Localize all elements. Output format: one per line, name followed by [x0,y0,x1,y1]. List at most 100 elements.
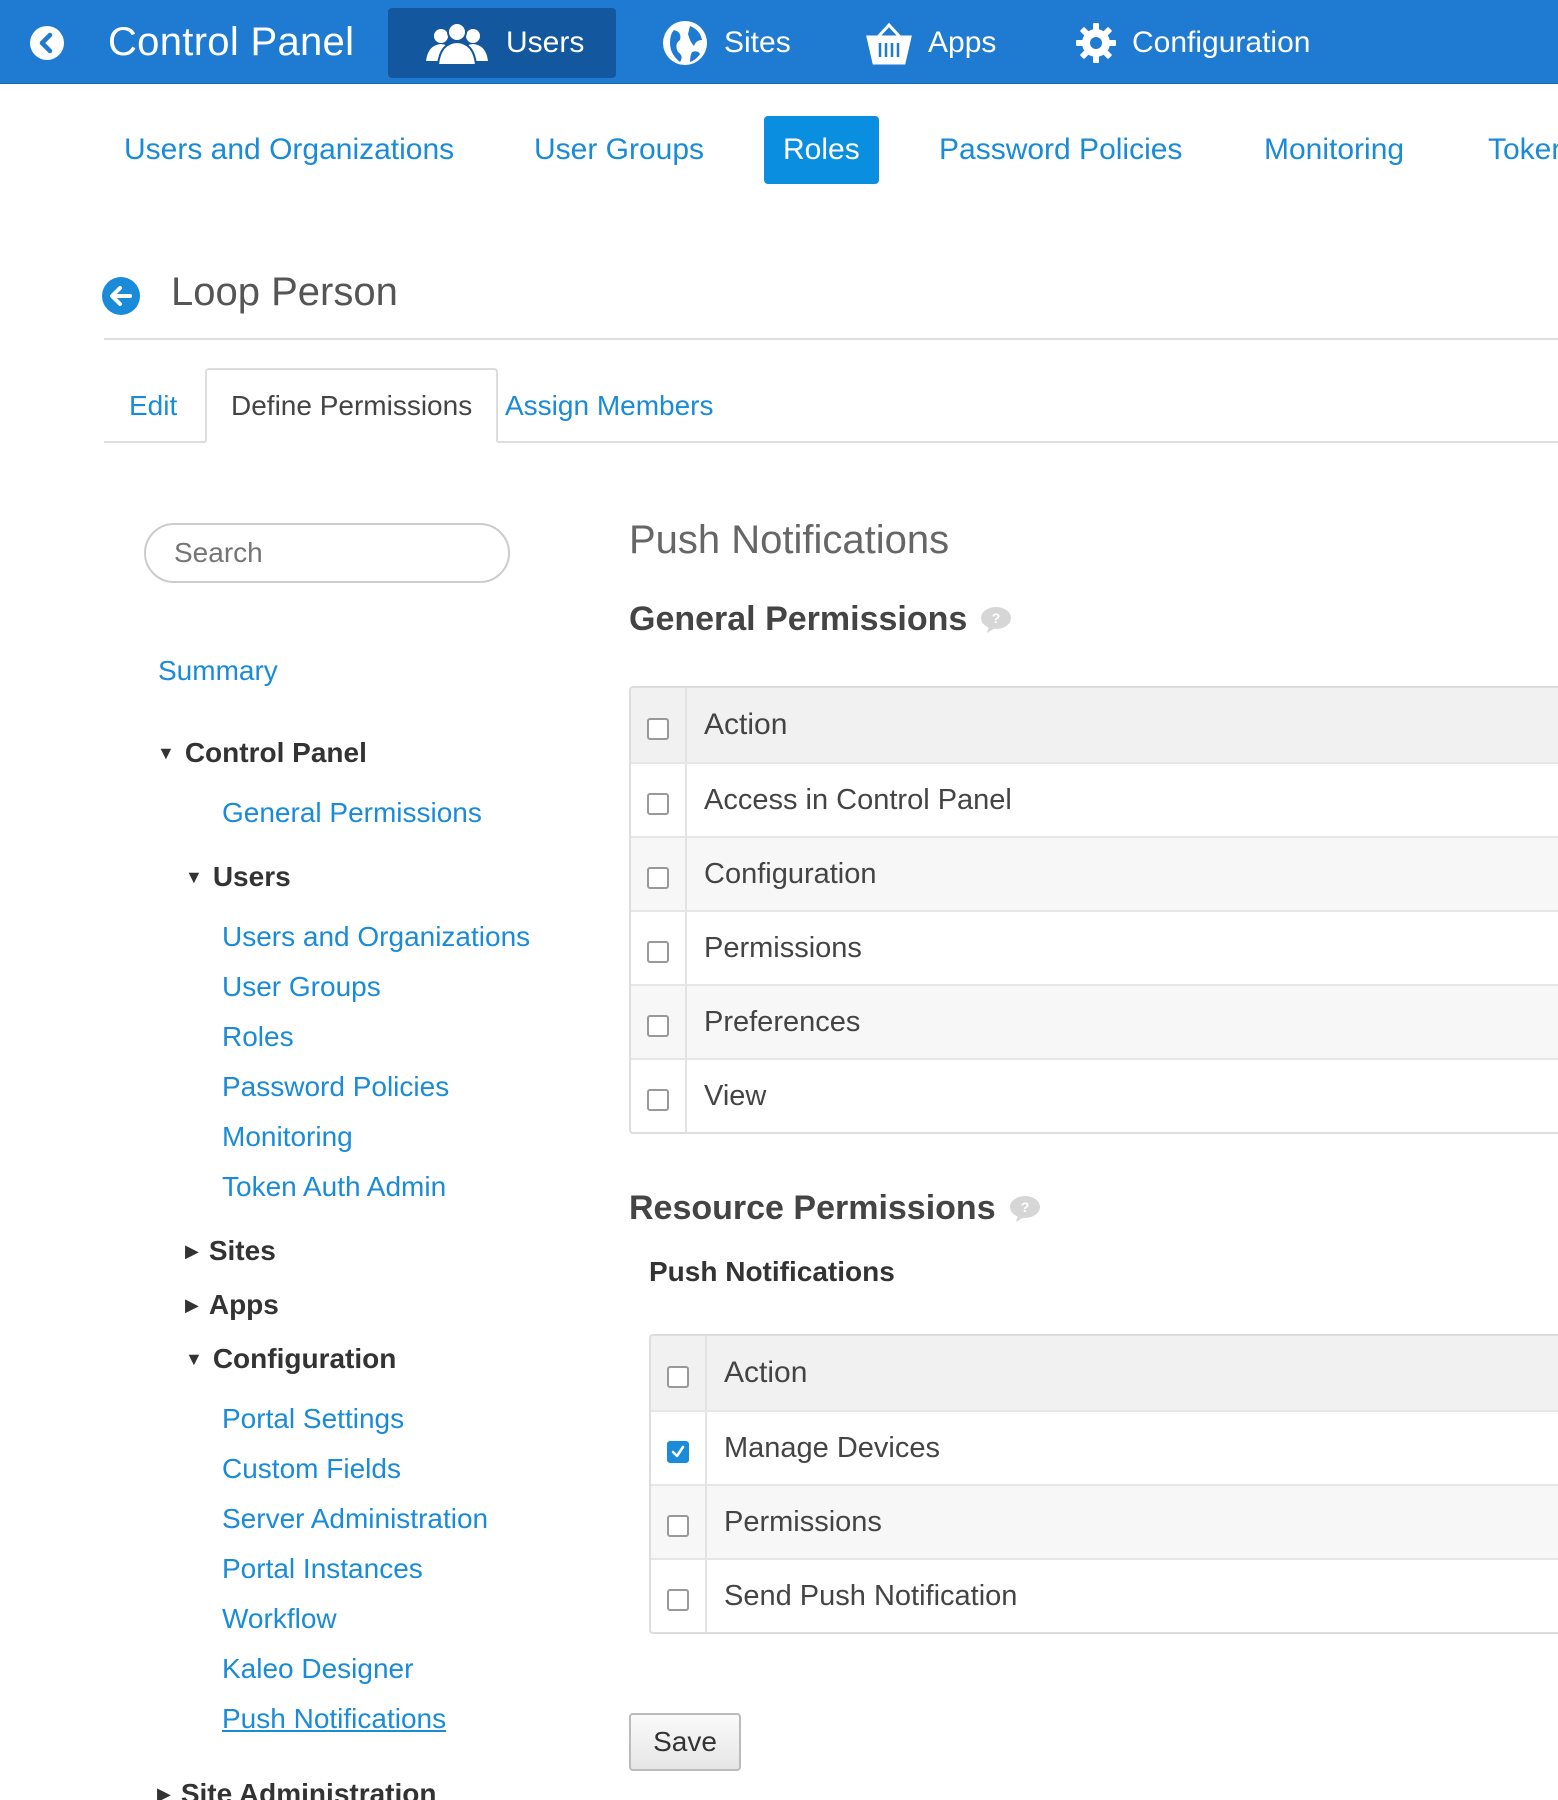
table-row: Send Push Notification [651,1558,1558,1632]
sidebar-control-panel-label: Control Panel [184,737,367,768]
sidebar-item-kaleo-designer[interactable]: Kaleo Designer [222,1653,413,1685]
sidebar-item-workflow[interactable]: Workflow [222,1603,337,1635]
sidebar-summary[interactable]: Summary [158,655,278,687]
permission-checkbox-checked[interactable] [667,1441,689,1463]
app-title: Control Panel [108,20,355,64]
sidebar-item-users-and-organizations[interactable]: Users and Organizations [222,921,530,953]
nav-users[interactable]: Users [388,8,616,78]
top-bar: Control Panel Users Sites Apps Configura… [0,0,1558,84]
table-row: Permissions [651,1484,1558,1558]
subnav-users-and-organizations[interactable]: Users and Organizations [124,116,454,184]
permission-label: View [704,1079,767,1112]
sidebar-item-push-notifications[interactable]: Push Notifications [222,1703,446,1735]
resource-permissions-table: Action Manage Devices Permissions Send P… [649,1334,1558,1634]
permission-label: Access in Control Panel [704,783,1012,816]
nav-configuration-label: Configuration [1132,26,1311,59]
collapsed-triangle-icon: ▶ [185,1240,199,1261]
permission-label: Preferences [704,1005,861,1038]
action-column-header: Action [704,708,788,741]
resource-permissions-heading-label: Resource Permissions [629,1189,996,1227]
sidebar-users[interactable]: ▼ Users [185,861,291,893]
subnav-user-groups[interactable]: User Groups [534,116,704,184]
back-icon[interactable] [30,26,64,60]
table-row: Preferences [631,984,1558,1058]
tab-edit[interactable]: Edit [129,368,177,443]
permission-label: Send Push Notification [724,1579,1018,1612]
sidebar-item-custom-fields[interactable]: Custom Fields [222,1453,401,1485]
sidebar-configuration[interactable]: ▼ Configuration [185,1343,396,1375]
sidebar-item-password-policies[interactable]: Password Policies [222,1071,449,1103]
nav-sites-label: Sites [724,26,791,59]
subnav-monitoring[interactable]: Monitoring [1264,116,1404,184]
sidebar-site-administration[interactable]: ▶ Site Administration [157,1778,437,1800]
sidebar-item-user-groups[interactable]: User Groups [222,971,381,1003]
permission-checkbox[interactable] [647,1089,669,1111]
section-title: Push Notifications [629,518,950,562]
nav-configuration[interactable]: Configuration [1074,8,1310,78]
subnav-password-policies[interactable]: Password Policies [939,116,1182,184]
table-row: Manage Devices [651,1410,1558,1484]
permission-label: Permissions [704,931,862,964]
permission-label: Manage Devices [724,1431,940,1464]
permission-label: Permissions [724,1505,882,1538]
sidebar-sites-label: Sites [208,1235,276,1266]
permission-checkbox[interactable] [667,1515,689,1537]
collapsed-triangle-icon: ▶ [157,1783,171,1800]
help-icon[interactable]: ? [1008,1195,1042,1223]
sidebar-site-administration-label: Site Administration [180,1778,437,1800]
sidebar-control-panel[interactable]: ▼ Control Panel [157,737,367,769]
sidebar-users-label: Users [212,861,291,892]
table-header-row: Action [651,1336,1558,1410]
svg-text:?: ? [1020,1199,1029,1215]
sidebar-apps[interactable]: ▶ Apps [185,1289,279,1321]
permission-checkbox[interactable] [647,793,669,815]
table-header-row: Action [631,688,1558,762]
select-all-checkbox[interactable] [647,718,669,740]
save-button[interactable]: Save [629,1713,741,1771]
general-permissions-heading: General Permissions ? [629,600,1013,639]
resource-permissions-heading: Resource Permissions ? [629,1189,1042,1228]
resource-subheading: Push Notifications [649,1256,895,1287]
sidebar-item-portal-settings[interactable]: Portal Settings [222,1403,404,1435]
checkmark-icon [671,1445,685,1458]
table-row: Access in Control Panel [631,762,1558,836]
tab-assign-members[interactable]: Assign Members [505,368,714,443]
sidebar-item-server-administration[interactable]: Server Administration [222,1503,488,1535]
subnav-token[interactable]: Token [1488,116,1558,184]
sidebar-item-roles[interactable]: Roles [222,1021,294,1053]
table-row: View [631,1058,1558,1132]
nav-users-label: Users [506,26,585,59]
header-divider [104,338,1558,340]
permission-label: Configuration [704,857,877,890]
select-all-checkbox[interactable] [667,1366,689,1388]
sidebar-sites[interactable]: ▶ Sites [185,1235,276,1267]
action-column-header: Action [724,1356,808,1389]
tab-define-permissions[interactable]: Define Permissions [205,368,499,443]
sidebar-apps-label: Apps [208,1289,279,1320]
nav-apps[interactable]: Apps [864,8,996,78]
sidebar-general-permissions[interactable]: General Permissions [222,797,482,829]
basket-icon [864,19,914,67]
gear-icon [1074,21,1118,65]
table-row: Permissions [631,910,1558,984]
sidebar-item-monitoring[interactable]: Monitoring [222,1121,353,1153]
general-permissions-heading-label: General Permissions [629,600,968,638]
sidebar-item-portal-instances[interactable]: Portal Instances [222,1553,423,1585]
sidebar-item-token-auth-admin[interactable]: Token Auth Admin [222,1171,446,1203]
permission-checkbox[interactable] [647,941,669,963]
expanded-triangle-icon: ▼ [185,1348,203,1369]
nav-apps-label: Apps [928,26,997,59]
permission-checkbox[interactable] [647,867,669,889]
help-icon[interactable]: ? [979,606,1013,634]
nav-sites[interactable]: Sites [660,8,791,78]
expanded-triangle-icon: ▼ [157,742,175,763]
page-back-icon[interactable] [102,277,140,315]
permission-checkbox[interactable] [647,1015,669,1037]
subnav-roles[interactable]: Roles [764,116,879,184]
users-icon [422,21,492,65]
permission-checkbox[interactable] [667,1589,689,1611]
expanded-triangle-icon: ▼ [185,866,203,887]
sidebar-configuration-label: Configuration [212,1343,397,1374]
collapsed-triangle-icon: ▶ [185,1294,199,1315]
search-input[interactable] [144,523,510,583]
